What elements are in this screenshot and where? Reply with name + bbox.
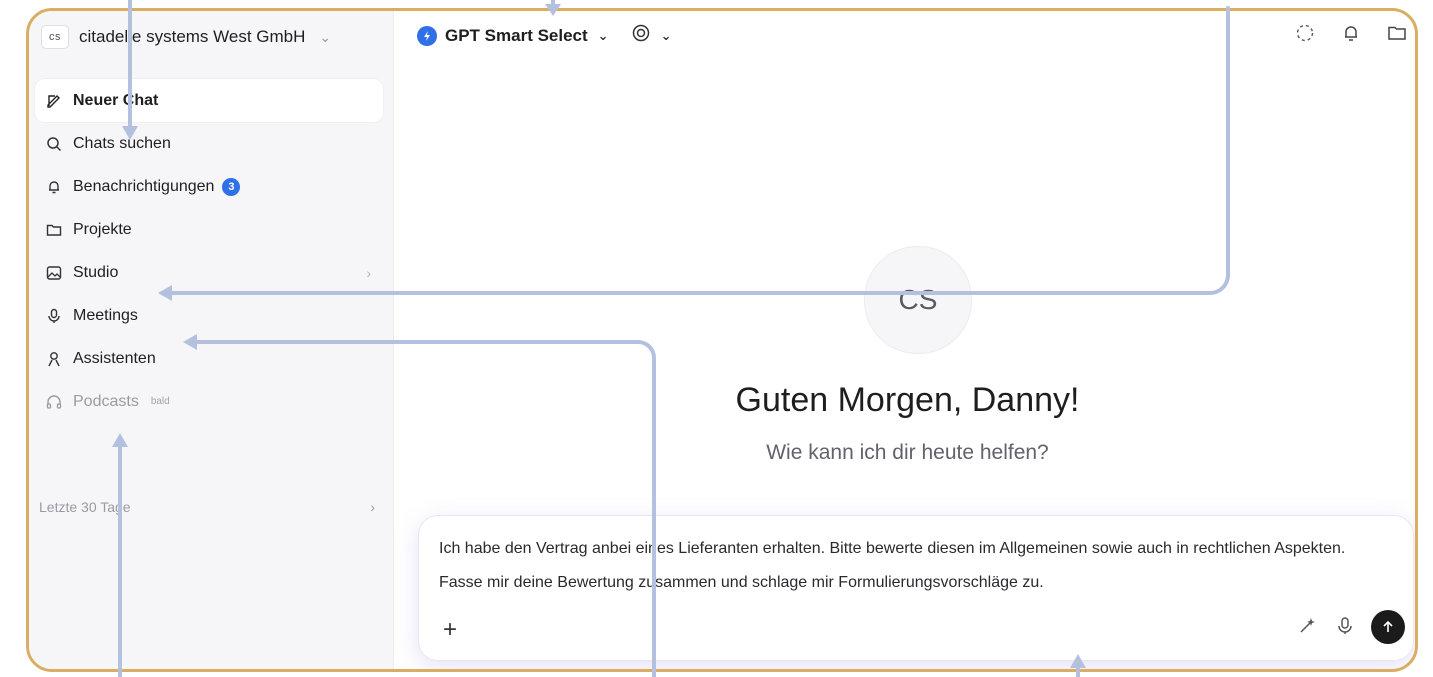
model-selector[interactable]: GPT Smart Select ⌄	[417, 25, 609, 46]
chevron-down-icon: ⌄	[597, 27, 609, 43]
send-button[interactable]	[1371, 610, 1405, 644]
folder-icon[interactable]	[1387, 23, 1407, 48]
edit-icon	[45, 92, 63, 110]
sidebar-item-projects[interactable]: Projekte	[35, 208, 383, 251]
chevron-down-icon: ⌄	[319, 28, 332, 45]
assistant-icon	[45, 350, 63, 368]
sidebar: cs citadelle systems West GmbH ⌄ Neuer C…	[29, 11, 394, 669]
arrow-up-icon	[1383, 620, 1393, 632]
sidebar-item-meetings[interactable]: Meetings	[35, 294, 383, 337]
sidebar-item-notifications[interactable]: Benachrichtigungen 3	[35, 165, 383, 208]
sidebar-item-label: Meetings	[73, 306, 138, 324]
microphone-icon	[45, 307, 63, 325]
model-label: GPT Smart Select	[445, 25, 588, 45]
headphones-icon	[45, 393, 63, 411]
bell-icon[interactable]	[1341, 23, 1361, 48]
sidebar-item-studio[interactable]: Studio ›	[35, 251, 383, 294]
sidebar-item-podcasts: Podcasts bald	[35, 380, 383, 423]
avatar: CS	[864, 246, 972, 354]
sidebar-item-assistants[interactable]: Assistenten	[35, 337, 383, 380]
top-bar: GPT Smart Select ⌄ ⌄	[417, 23, 671, 48]
sidebar-nav: Neuer Chat Chats suchen Benachrichtigung…	[35, 79, 383, 423]
provider-selector[interactable]: ⌄	[631, 23, 672, 48]
add-attachment-icon[interactable]: +	[443, 616, 457, 644]
sidebar-item-label: Chats suchen	[73, 134, 171, 152]
recent-chats-label: Letzte 30 Tage	[39, 499, 131, 515]
recent-chats-header[interactable]: Letzte 30 Tage ›	[39, 499, 375, 515]
sidebar-item-search-chats[interactable]: Chats suchen	[35, 122, 383, 165]
sidebar-item-new-chat[interactable]: Neuer Chat	[35, 79, 383, 122]
loading-circle-icon[interactable]	[1295, 23, 1315, 48]
sidebar-item-label: Neuer Chat	[73, 91, 159, 109]
smart-select-logo-icon	[417, 25, 437, 46]
notification-count-badge: 3	[222, 177, 241, 196]
sidebar-item-label: Assistenten	[73, 349, 156, 367]
image-icon	[45, 264, 63, 282]
sidebar-item-label: Studio	[73, 263, 119, 281]
microphone-icon[interactable]	[1335, 616, 1355, 641]
search-icon	[45, 135, 63, 153]
bell-icon	[45, 178, 63, 196]
chevron-right-icon: ›	[370, 499, 375, 515]
composer-input[interactable]: Ich habe den Vertrag anbei eines Liefera…	[439, 532, 1389, 600]
greeting-title: Guten Morgen, Danny!	[735, 381, 1080, 419]
org-switcher[interactable]: cs citadelle systems West GmbH ⌄	[41, 25, 331, 49]
chevron-right-icon: ›	[366, 264, 371, 281]
openai-logo-icon	[631, 23, 651, 48]
org-name: citadelle systems West GmbH	[79, 27, 306, 46]
sidebar-item-label: Podcasts	[73, 392, 139, 410]
coming-soon-tag: bald	[150, 396, 170, 407]
chat-composer[interactable]: Ich habe den Vertrag anbei eines Liefera…	[418, 515, 1414, 661]
greeting-subtitle: Wie kann ich dir heute helfen?	[766, 441, 1049, 464]
sidebar-item-label: Projekte	[73, 220, 132, 238]
folder-icon	[45, 221, 63, 239]
org-badge: cs	[41, 25, 69, 49]
top-right-actions	[1295, 23, 1407, 48]
app-window: cs citadelle systems West GmbH ⌄ Neuer C…	[26, 8, 1418, 672]
chevron-down-icon: ⌄	[660, 27, 672, 43]
magic-wand-icon[interactable]	[1297, 616, 1317, 641]
sidebar-item-label: Benachrichtigungen	[73, 177, 215, 195]
